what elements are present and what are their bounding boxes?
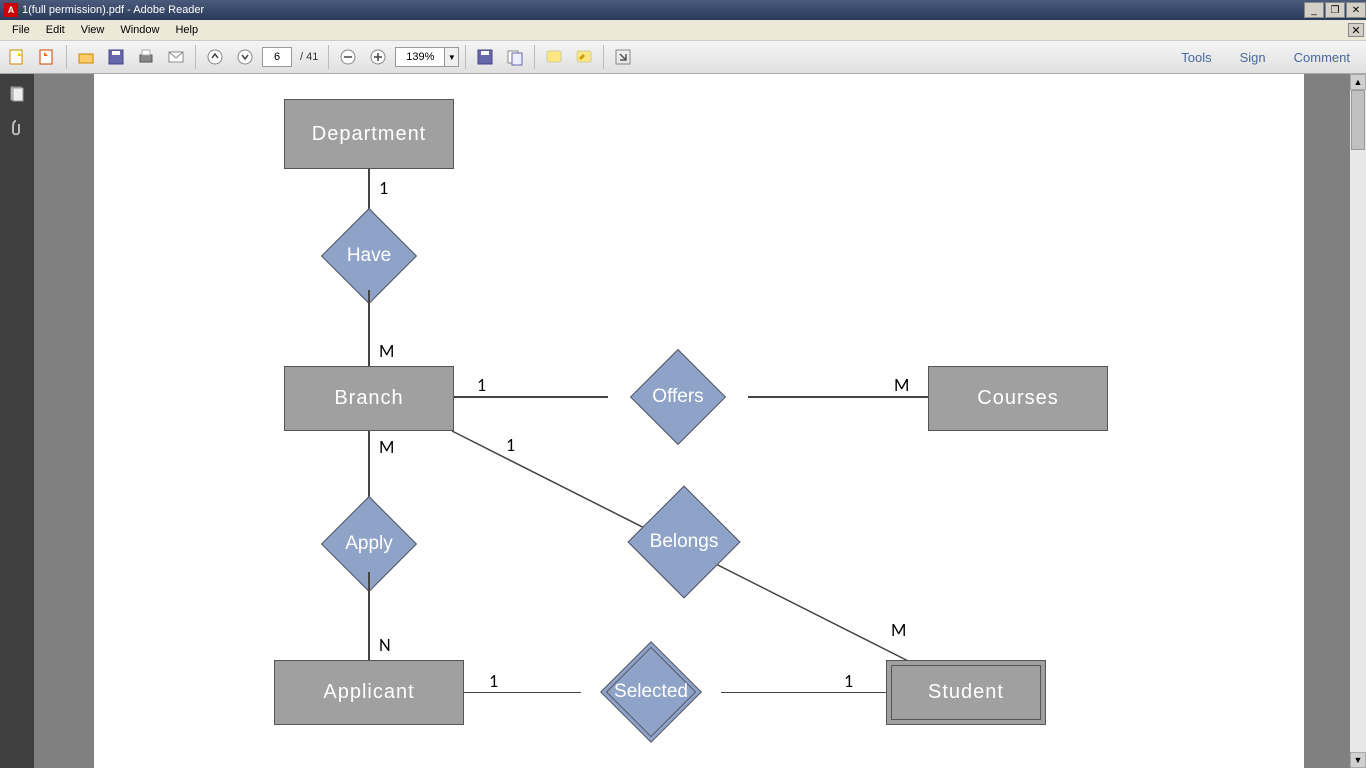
menu-bar: File Edit View Window Help ✕ [0, 20, 1366, 40]
cardinality-have-branch: M [379, 340, 394, 362]
cardinality-belongs-student: M [891, 619, 906, 641]
print-icon[interactable] [133, 44, 159, 70]
cardinality-offers-courses: M [894, 374, 909, 396]
menu-window[interactable]: Window [112, 22, 167, 38]
menu-file[interactable]: File [4, 22, 38, 38]
toolbar: / 41 ▼ Tools Sign Comment [0, 40, 1366, 74]
document-close-button[interactable]: ✕ [1348, 23, 1364, 37]
convert-icon[interactable] [502, 44, 528, 70]
relationship-have: Have [299, 216, 439, 296]
cardinality-selected-student: 1 [844, 670, 853, 692]
read-mode-icon[interactable] [610, 44, 636, 70]
page-up-icon[interactable] [202, 44, 228, 70]
relationship-offers: Offers [608, 357, 748, 437]
tools-link[interactable]: Tools [1169, 50, 1223, 65]
edge-apply-applicant [368, 572, 370, 660]
menu-view[interactable]: View [73, 22, 113, 38]
zoom-in-icon[interactable] [365, 44, 391, 70]
comment-link[interactable]: Comment [1282, 50, 1362, 65]
relationship-belongs: Belongs [614, 502, 754, 582]
pdf-page: Department 1 Have M Branch 1 Offers M Co… [94, 74, 1304, 768]
cardinality-branch-belongs: 1 [506, 434, 515, 456]
relationship-selected-label: Selected [581, 681, 721, 703]
open-icon[interactable] [73, 44, 99, 70]
create-pdf-icon[interactable] [34, 44, 60, 70]
sticky-note-icon[interactable] [541, 44, 567, 70]
relationship-selected: Selected [581, 652, 721, 732]
cardinality-apply-applicant: N [379, 634, 391, 656]
zoom-dropdown-icon[interactable]: ▼ [445, 47, 459, 67]
window-title: 1(full permission).pdf - Adobe Reader [22, 4, 1303, 16]
restore-button[interactable]: ❐ [1325, 2, 1345, 18]
edge-applicant-selected [464, 692, 581, 693]
cardinality-dept-have: 1 [379, 177, 388, 199]
entity-courses: Courses [928, 366, 1108, 431]
attachments-icon[interactable] [7, 118, 27, 138]
edge-branch-offers [454, 396, 608, 398]
entity-applicant: Applicant [274, 660, 464, 725]
page-number-input[interactable] [262, 47, 292, 67]
page-down-icon[interactable] [232, 44, 258, 70]
cardinality-applicant-selected: 1 [489, 670, 498, 692]
app-icon: A [4, 3, 18, 17]
cardinality-branch-offers: 1 [477, 374, 486, 396]
relationship-offers-label: Offers [608, 386, 748, 408]
save-share-icon[interactable] [472, 44, 498, 70]
edge-offers-courses [748, 396, 928, 398]
entity-branch: Branch [284, 366, 454, 431]
thumbnails-icon[interactable] [7, 84, 27, 104]
relationship-have-label: Have [299, 245, 439, 267]
email-icon[interactable] [163, 44, 189, 70]
scroll-thumb[interactable] [1351, 90, 1365, 150]
entity-department: Department [284, 99, 454, 169]
close-button[interactable]: ✕ [1346, 2, 1366, 18]
edge-have-branch [368, 290, 370, 366]
scroll-up-icon[interactable]: ▲ [1350, 74, 1366, 90]
save-icon[interactable] [103, 44, 129, 70]
minimize-button[interactable]: _ [1304, 2, 1324, 18]
entity-student: Student [886, 660, 1046, 725]
relationship-apply-label: Apply [299, 533, 439, 555]
zoom-input[interactable] [395, 47, 445, 67]
zoom-out-icon[interactable] [335, 44, 361, 70]
cardinality-branch-apply: M [379, 436, 394, 458]
vertical-scrollbar[interactable]: ▲ ▼ [1350, 74, 1366, 768]
sign-link[interactable]: Sign [1228, 50, 1278, 65]
edge-selected-student [721, 692, 886, 693]
export-pdf-icon[interactable] [4, 44, 30, 70]
nav-sidebar [0, 74, 34, 768]
menu-help[interactable]: Help [167, 22, 206, 38]
relationship-belongs-label: Belongs [614, 531, 754, 553]
document-viewport[interactable]: Department 1 Have M Branch 1 Offers M Co… [34, 74, 1350, 768]
page-total-label: / 41 [296, 51, 322, 63]
menu-edit[interactable]: Edit [38, 22, 73, 38]
title-bar: A 1(full permission).pdf - Adobe Reader … [0, 0, 1366, 20]
scroll-down-icon[interactable]: ▼ [1350, 752, 1366, 768]
highlight-icon[interactable] [571, 44, 597, 70]
